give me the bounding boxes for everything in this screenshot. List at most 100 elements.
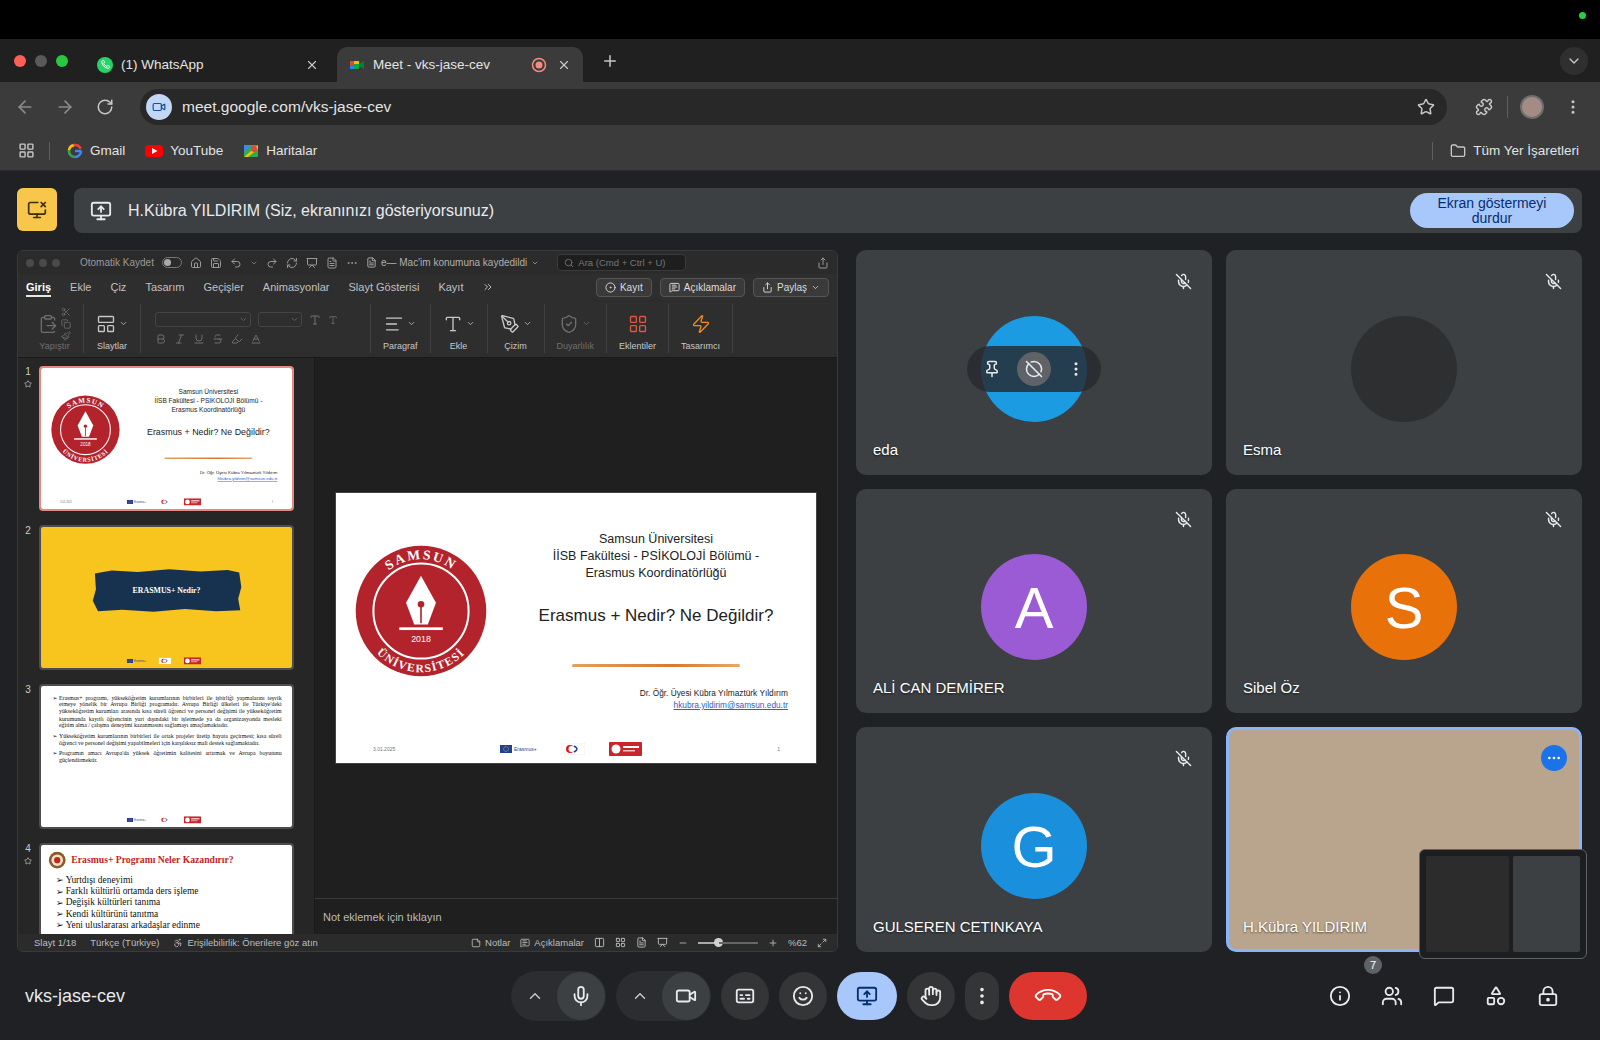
sensitivity-group[interactable]: Duyarlılık (545, 304, 608, 353)
reload-button[interactable] (88, 90, 122, 124)
ribbon-tab[interactable]: Giriş (26, 277, 51, 297)
bookmark[interactable]: Gmail (64, 143, 128, 159)
draw-group[interactable]: Çizim (488, 304, 545, 353)
zoom-slider[interactable] (698, 938, 758, 947)
paste-group[interactable]: Yapıştır (26, 304, 84, 353)
captions-button[interactable] (721, 972, 769, 1020)
browser-tab[interactable]: (1) WhatsApp (85, 47, 331, 82)
ribbon-tab[interactable]: Geçişler (204, 277, 244, 297)
participant-avatar (1351, 316, 1457, 422)
ribbon-tab[interactable]: Tasarım (145, 277, 184, 297)
notes-pane[interactable]: Not eklemek için tıklayın (315, 898, 837, 934)
notes-toggle[interactable]: Notlar (471, 937, 510, 948)
participant-tile[interactable]: SSibel Öz (1226, 489, 1582, 714)
mic-options-button[interactable] (515, 972, 555, 1020)
slide-thumbnail[interactable]: 1SAMSUNÜNİVERSİTESİ2018Samsun Üniversite… (22, 366, 314, 511)
slide-list-item: ➢Kendi kültürünü tanıtma (56, 908, 292, 919)
autosave-label: Otomatik Kaydet (80, 257, 154, 268)
stop-presenting-button[interactable]: Ekran göstermeyi durdur (1410, 193, 1574, 228)
comments-button[interactable]: Açıklamalar (660, 278, 745, 297)
ribbon-tab[interactable]: Animasyonlar (263, 277, 330, 297)
whatsapp-icon (97, 57, 113, 73)
people-button[interactable]: 7 (1368, 972, 1416, 1020)
ribbon-tab[interactable]: Kayıt (438, 277, 463, 297)
chat-button[interactable] (1420, 972, 1468, 1020)
autosave-toggle[interactable] (162, 257, 182, 268)
participant-tile[interactable]: GGULSEREN CETINKAYA (856, 727, 1212, 952)
address-bar[interactable]: meet.google.com/vks-jase-cev (140, 89, 1447, 125)
grow-font-icon (309, 314, 321, 326)
zoom-in-icon (768, 938, 778, 948)
emblem-icon (48, 851, 66, 869)
info-button[interactable] (1316, 972, 1364, 1020)
samsun-footer-logo (609, 742, 642, 756)
slide-thumbnail[interactable]: 4Erasmus+ Programı Neler Kazandırır?➢Yur… (22, 843, 314, 934)
all-bookmarks[interactable]: Tüm Yer İşaretleri (1447, 143, 1582, 159)
site-info-button[interactable] (146, 94, 172, 120)
close-window-button[interactable] (14, 55, 26, 67)
language[interactable]: Türkçe (Türkiye) (90, 937, 159, 948)
tab-search-button[interactable] (1560, 47, 1588, 75)
paragraph-group[interactable]: Paragraf (371, 304, 431, 353)
slide-author: Dr. Öğr. Üyesi Kübra Yılmaztürk Yıldırım… (640, 687, 788, 711)
chevron-down-icon (531, 259, 539, 267)
close-tab-button[interactable] (303, 56, 321, 74)
slide-list-item: ➢Farklı kültürlü ortamda ders işleme (56, 886, 292, 897)
raise-hand-button[interactable] (907, 972, 955, 1020)
eu-flag-icon (127, 818, 133, 822)
ppt-search[interactable]: Ara (Cmd + Ctrl + U) (557, 254, 686, 271)
apps-icon (18, 142, 35, 159)
host-button[interactable] (1524, 972, 1572, 1020)
more-options-button[interactable] (965, 972, 999, 1020)
share-button[interactable]: Paylaş (753, 278, 829, 297)
activities-button[interactable] (1472, 972, 1520, 1020)
participant-tile[interactable]: AALİ CAN DEMİRER (856, 489, 1212, 714)
comments-toggle[interactable]: Açıklamalar (520, 937, 584, 948)
pin-button[interactable] (979, 356, 1005, 382)
camera-options-button[interactable] (620, 972, 660, 1020)
present-button[interactable] (837, 972, 897, 1020)
participant-tile[interactable]: Esma (1226, 250, 1582, 475)
tile-menu-button[interactable] (1541, 745, 1567, 771)
addins-group[interactable]: Eklentiler (607, 304, 669, 353)
leave-call-button[interactable] (1009, 972, 1087, 1020)
designer-group[interactable]: Tasarımcı (669, 304, 733, 353)
browser-tab[interactable]: Meet - vks-jase-cev (337, 47, 583, 82)
comments-icon (669, 282, 680, 293)
ribbon-tab[interactable]: Ekle (70, 277, 91, 297)
strikethrough-icon (212, 333, 224, 345)
font-color-icon (250, 333, 262, 345)
remove-button[interactable] (1017, 352, 1051, 386)
mic-button[interactable] (557, 972, 605, 1020)
slides-group[interactable]: Slaytlar (84, 304, 141, 353)
camera-control (616, 971, 711, 1021)
participant-tile[interactable]: H.Kübra YILDIRIM (1226, 727, 1582, 952)
accessibility[interactable]: Erişilebilirlik: Önerilere göz atın (173, 937, 317, 948)
minimize-window-button[interactable] (35, 55, 47, 67)
ribbon-tab[interactable]: Slayt Gösterisi (348, 277, 419, 297)
browser-menu-button[interactable] (1556, 90, 1590, 124)
back-button[interactable] (8, 90, 42, 124)
close-tab-button[interactable] (555, 56, 573, 74)
bookmark[interactable]: Haritalar (240, 143, 320, 159)
insert-group[interactable]: Ekle (431, 304, 488, 353)
profile-avatar[interactable] (1520, 95, 1544, 119)
new-tab-button[interactable] (597, 48, 623, 74)
slide-title: Erasmus + Nedir? Ne Değildir? (147, 427, 270, 437)
extensions-button[interactable] (1467, 90, 1501, 124)
reactions-button[interactable] (779, 972, 827, 1020)
ribbon-tab[interactable]: Çiz (110, 277, 126, 297)
camera-button[interactable] (662, 972, 710, 1020)
forward-button[interactable] (48, 90, 82, 124)
bookmark[interactable]: YouTube (142, 143, 226, 158)
participant-tile[interactable]: eda (856, 250, 1212, 475)
slide-thumbnail[interactable]: 2ERASMUS+ Nedir?Erasmus+ (22, 525, 314, 670)
zoom-level[interactable]: %62 (788, 937, 807, 948)
google-icon (67, 143, 83, 159)
slide-footer: 3.01.2025Erasmus+1 (336, 735, 816, 763)
zoom-window-button[interactable] (56, 55, 68, 67)
more-options-button[interactable] (1063, 356, 1089, 382)
addins-icon (628, 314, 648, 334)
record-button[interactable]: Kayıt (596, 278, 652, 297)
slide-thumbnail[interactable]: 3➢Erasmus+ programı, yükseköğretim kurum… (22, 684, 314, 829)
